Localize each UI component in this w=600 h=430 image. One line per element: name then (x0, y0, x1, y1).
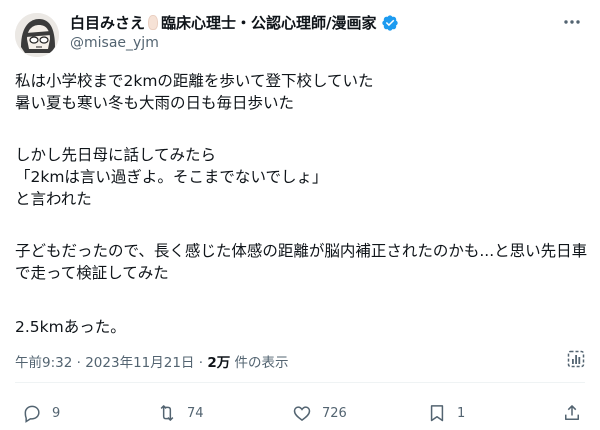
analytics-icon[interactable] (566, 349, 586, 369)
author-title[interactable]: 臨床心理士・公認心理師/漫画家 (161, 12, 376, 33)
like-count: 726 (322, 405, 347, 421)
tweet-time[interactable]: 午前9:32 (15, 355, 72, 371)
share-button[interactable] (562, 403, 592, 423)
tweet-date[interactable]: 2023年11月21日 (85, 355, 194, 371)
meta-separator: · (76, 355, 81, 371)
divider (15, 382, 585, 383)
tweet-meta: 午前9:32 · 2023年11月21日 · 2万 件の表示 (15, 351, 289, 371)
share-icon (565, 405, 579, 420)
tweet-paragraph: 子どもだったので、長く感じた体感の距離が脳内補正されたのかも...と思い先日車で… (15, 242, 588, 282)
views-count: 2万 (207, 355, 231, 371)
repost-count: 74 (187, 405, 204, 421)
reply-icon (24, 405, 40, 423)
author-display-name-row[interactable]: 白目みさえ 臨床心理士・公認心理師/漫画家 (70, 12, 399, 33)
like-icon (293, 406, 311, 421)
author-display-name[interactable]: 白目みさえ (70, 12, 145, 33)
repost-icon (160, 405, 174, 421)
views-label: 件の表示 (230, 355, 289, 371)
bookmark-count: 1 (457, 405, 466, 421)
reply-button[interactable]: 9 (22, 403, 60, 423)
tweet-paragraph: 私は小学校まで2kmの距離を歩いて登下校していた 暑い夏も寒い冬も大雨の日も毎日… (15, 72, 374, 112)
author-handle[interactable]: @misae_yjm (70, 35, 159, 51)
reply-count: 9 (52, 405, 61, 421)
tweet-paragraph: 2.5kmあった。 (15, 318, 126, 336)
repost-button[interactable]: 74 (157, 403, 204, 423)
bookmark-icon (430, 405, 444, 422)
avatar[interactable] (15, 13, 59, 57)
bookmark-button[interactable]: 1 (427, 403, 465, 423)
hand-emoji-icon (148, 15, 159, 30)
verified-icon[interactable] (381, 14, 399, 32)
tweet-paragraph: しかし先日母に話してみたら 「2kmは言い過ぎよ。そこまでないでしょ」 と言われ… (15, 146, 328, 208)
like-button[interactable]: 726 (292, 403, 347, 423)
more-icon[interactable] (560, 12, 584, 32)
meta-separator: · (198, 355, 204, 371)
